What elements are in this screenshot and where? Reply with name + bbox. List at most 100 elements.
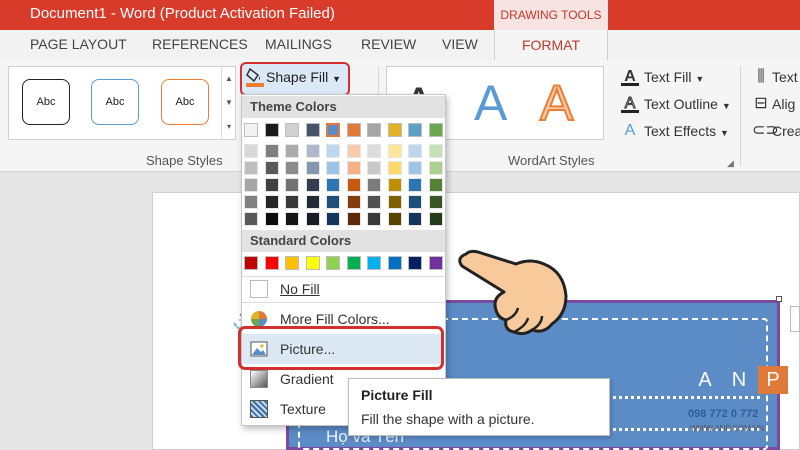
theme-tint-swatch[interactable] (346, 195, 361, 209)
text-fill-button[interactable]: Text Fill ▼ (644, 69, 704, 85)
theme-tint-swatch[interactable] (305, 144, 320, 158)
window-title: Document1 - Word (Product Activation Fai… (30, 5, 335, 22)
paint-bucket-icon (246, 67, 264, 87)
theme-tint-swatch[interactable] (326, 178, 340, 192)
standard-color-swatch[interactable] (408, 256, 422, 270)
theme-tint-swatch[interactable] (264, 161, 279, 175)
theme-tint-swatch[interactable] (408, 144, 422, 158)
theme-tint-swatch[interactable] (428, 178, 443, 192)
chevron-down-icon: ▼ (721, 101, 731, 111)
theme-tint-swatch[interactable] (244, 161, 258, 175)
standard-color-swatch[interactable] (387, 256, 402, 270)
theme-tint-swatch[interactable] (346, 161, 361, 175)
theme-color-swatch[interactable] (367, 123, 381, 137)
theme-tint-swatch[interactable] (387, 195, 402, 209)
theme-color-swatch[interactable] (264, 123, 279, 137)
theme-color-swatch[interactable] (285, 123, 299, 137)
tab-review[interactable]: REVIEW (361, 36, 416, 52)
theme-tint-swatch[interactable] (367, 212, 381, 226)
theme-tint-swatch[interactable] (264, 195, 279, 209)
theme-tint-swatch[interactable] (346, 144, 361, 158)
tab-format[interactable]: FORMAT (494, 30, 608, 62)
theme-tint-swatch[interactable] (305, 212, 320, 226)
theme-tint-swatch[interactable] (244, 212, 258, 226)
wordart-preset-blue[interactable]: A (474, 74, 507, 132)
no-fill-menu-item[interactable]: No Fill (242, 276, 445, 302)
theme-tint-swatch[interactable] (305, 161, 320, 175)
gallery-scroll: ▲ ▼ ▾ (221, 67, 235, 139)
theme-tint-swatch[interactable] (264, 212, 279, 226)
text-outline-button[interactable]: Text Outline ▼ (644, 96, 731, 112)
theme-tint-swatch[interactable] (264, 144, 279, 158)
resize-handle[interactable] (776, 296, 782, 302)
text-direction-button[interactable]: Text (772, 69, 798, 85)
shape-style-preset-black[interactable]: Abc (22, 79, 70, 125)
tab-mailings[interactable]: MAILINGS (265, 36, 332, 52)
shape-style-preset-blue[interactable]: Abc (91, 79, 139, 125)
tab-page-layout[interactable]: PAGE LAYOUT (30, 36, 127, 52)
gallery-scroll-up-icon[interactable]: ▲ (222, 67, 236, 91)
theme-tint-swatch[interactable] (367, 178, 381, 192)
theme-tint-swatch[interactable] (387, 178, 402, 192)
theme-color-swatch[interactable] (387, 123, 402, 137)
theme-tint-swatch[interactable] (408, 161, 422, 175)
theme-tint-swatch[interactable] (285, 195, 299, 209)
theme-color-swatch[interactable] (408, 123, 422, 137)
dialog-launcher-icon[interactable]: ◢ (727, 158, 734, 169)
gallery-scroll-down-icon[interactable]: ▼ (222, 91, 236, 115)
theme-tint-swatch[interactable] (326, 195, 340, 209)
layout-options-icon[interactable] (790, 306, 800, 332)
theme-color-swatch[interactable] (244, 123, 258, 137)
standard-color-swatch[interactable] (326, 256, 340, 270)
theme-tint-swatch[interactable] (387, 144, 402, 158)
theme-tint-swatch[interactable] (387, 212, 402, 226)
theme-tint-swatch[interactable] (428, 212, 443, 226)
standard-color-swatch[interactable] (285, 256, 299, 270)
text-effects-button[interactable]: Text Effects ▼ (644, 123, 729, 139)
shape-styles-group-label: Shape Styles (146, 153, 223, 168)
theme-color-swatch[interactable] (428, 123, 443, 137)
standard-color-swatch[interactable] (244, 256, 258, 270)
theme-tint-swatch[interactable] (244, 195, 258, 209)
theme-tint-swatch[interactable] (408, 195, 422, 209)
tab-references[interactable]: REFERENCES (152, 36, 248, 52)
theme-tint-swatch[interactable] (326, 212, 340, 226)
theme-tint-swatch[interactable] (428, 161, 443, 175)
standard-color-swatch[interactable] (367, 256, 381, 270)
standard-color-swatch[interactable] (346, 256, 361, 270)
theme-tint-swatch[interactable] (428, 144, 443, 158)
theme-tint-swatch[interactable] (264, 178, 279, 192)
tab-view[interactable]: VIEW (442, 36, 478, 52)
standard-color-swatch[interactable] (264, 256, 279, 270)
theme-color-swatch[interactable] (305, 123, 320, 137)
theme-tint-swatch[interactable] (244, 178, 258, 192)
theme-color-swatch[interactable] (346, 123, 361, 137)
shape-style-preset-orange[interactable]: Abc (161, 79, 209, 125)
create-link-button[interactable]: Crea (772, 123, 800, 139)
theme-tint-swatch[interactable] (326, 144, 340, 158)
theme-tint-swatch[interactable] (285, 212, 299, 226)
theme-tint-swatch[interactable] (285, 144, 299, 158)
theme-tint-swatch[interactable] (367, 161, 381, 175)
standard-color-swatch[interactable] (305, 256, 320, 270)
wordart-preset-orange-outline[interactable]: A (539, 74, 574, 132)
theme-tint-swatch[interactable] (408, 212, 422, 226)
theme-tint-swatch[interactable] (346, 212, 361, 226)
theme-tint-swatch[interactable] (305, 195, 320, 209)
theme-tint-swatch[interactable] (285, 178, 299, 192)
theme-tint-swatch[interactable] (285, 161, 299, 175)
theme-tint-swatch[interactable] (408, 178, 422, 192)
gallery-more-icon[interactable]: ▾ (222, 115, 236, 139)
standard-color-swatch[interactable] (428, 256, 443, 270)
theme-tint-swatch[interactable] (367, 195, 381, 209)
theme-tint-swatch[interactable] (346, 178, 361, 192)
theme-tint-swatch[interactable] (387, 161, 402, 175)
align-text-button[interactable]: Alig (772, 96, 795, 112)
theme-tint-swatch[interactable] (367, 144, 381, 158)
standard-color-row (244, 256, 444, 272)
theme-tint-swatch[interactable] (244, 144, 258, 158)
theme-tint-swatch[interactable] (305, 178, 320, 192)
theme-color-swatch[interactable] (326, 123, 340, 137)
theme-tint-swatch[interactable] (428, 195, 443, 209)
theme-tint-swatch[interactable] (326, 161, 340, 175)
